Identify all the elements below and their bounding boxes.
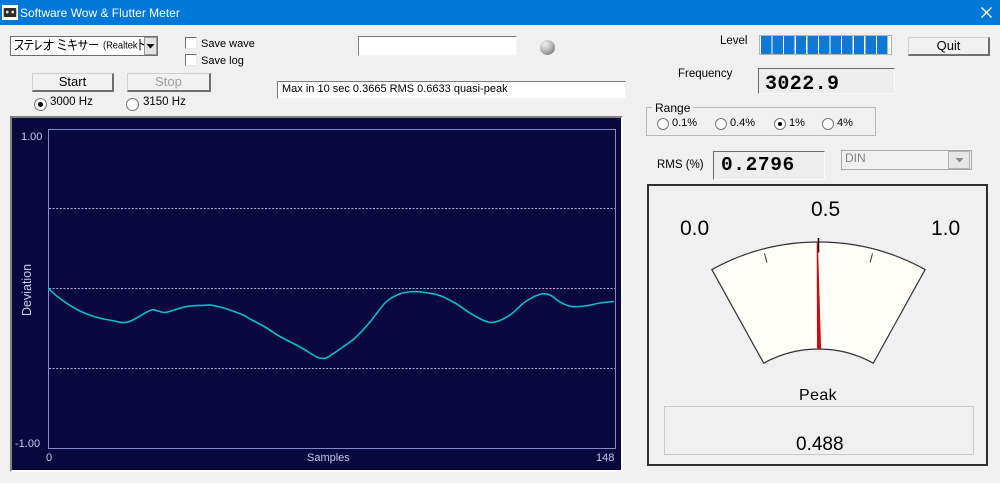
svg-text:(Realtek: (Realtek [103,40,138,52]
